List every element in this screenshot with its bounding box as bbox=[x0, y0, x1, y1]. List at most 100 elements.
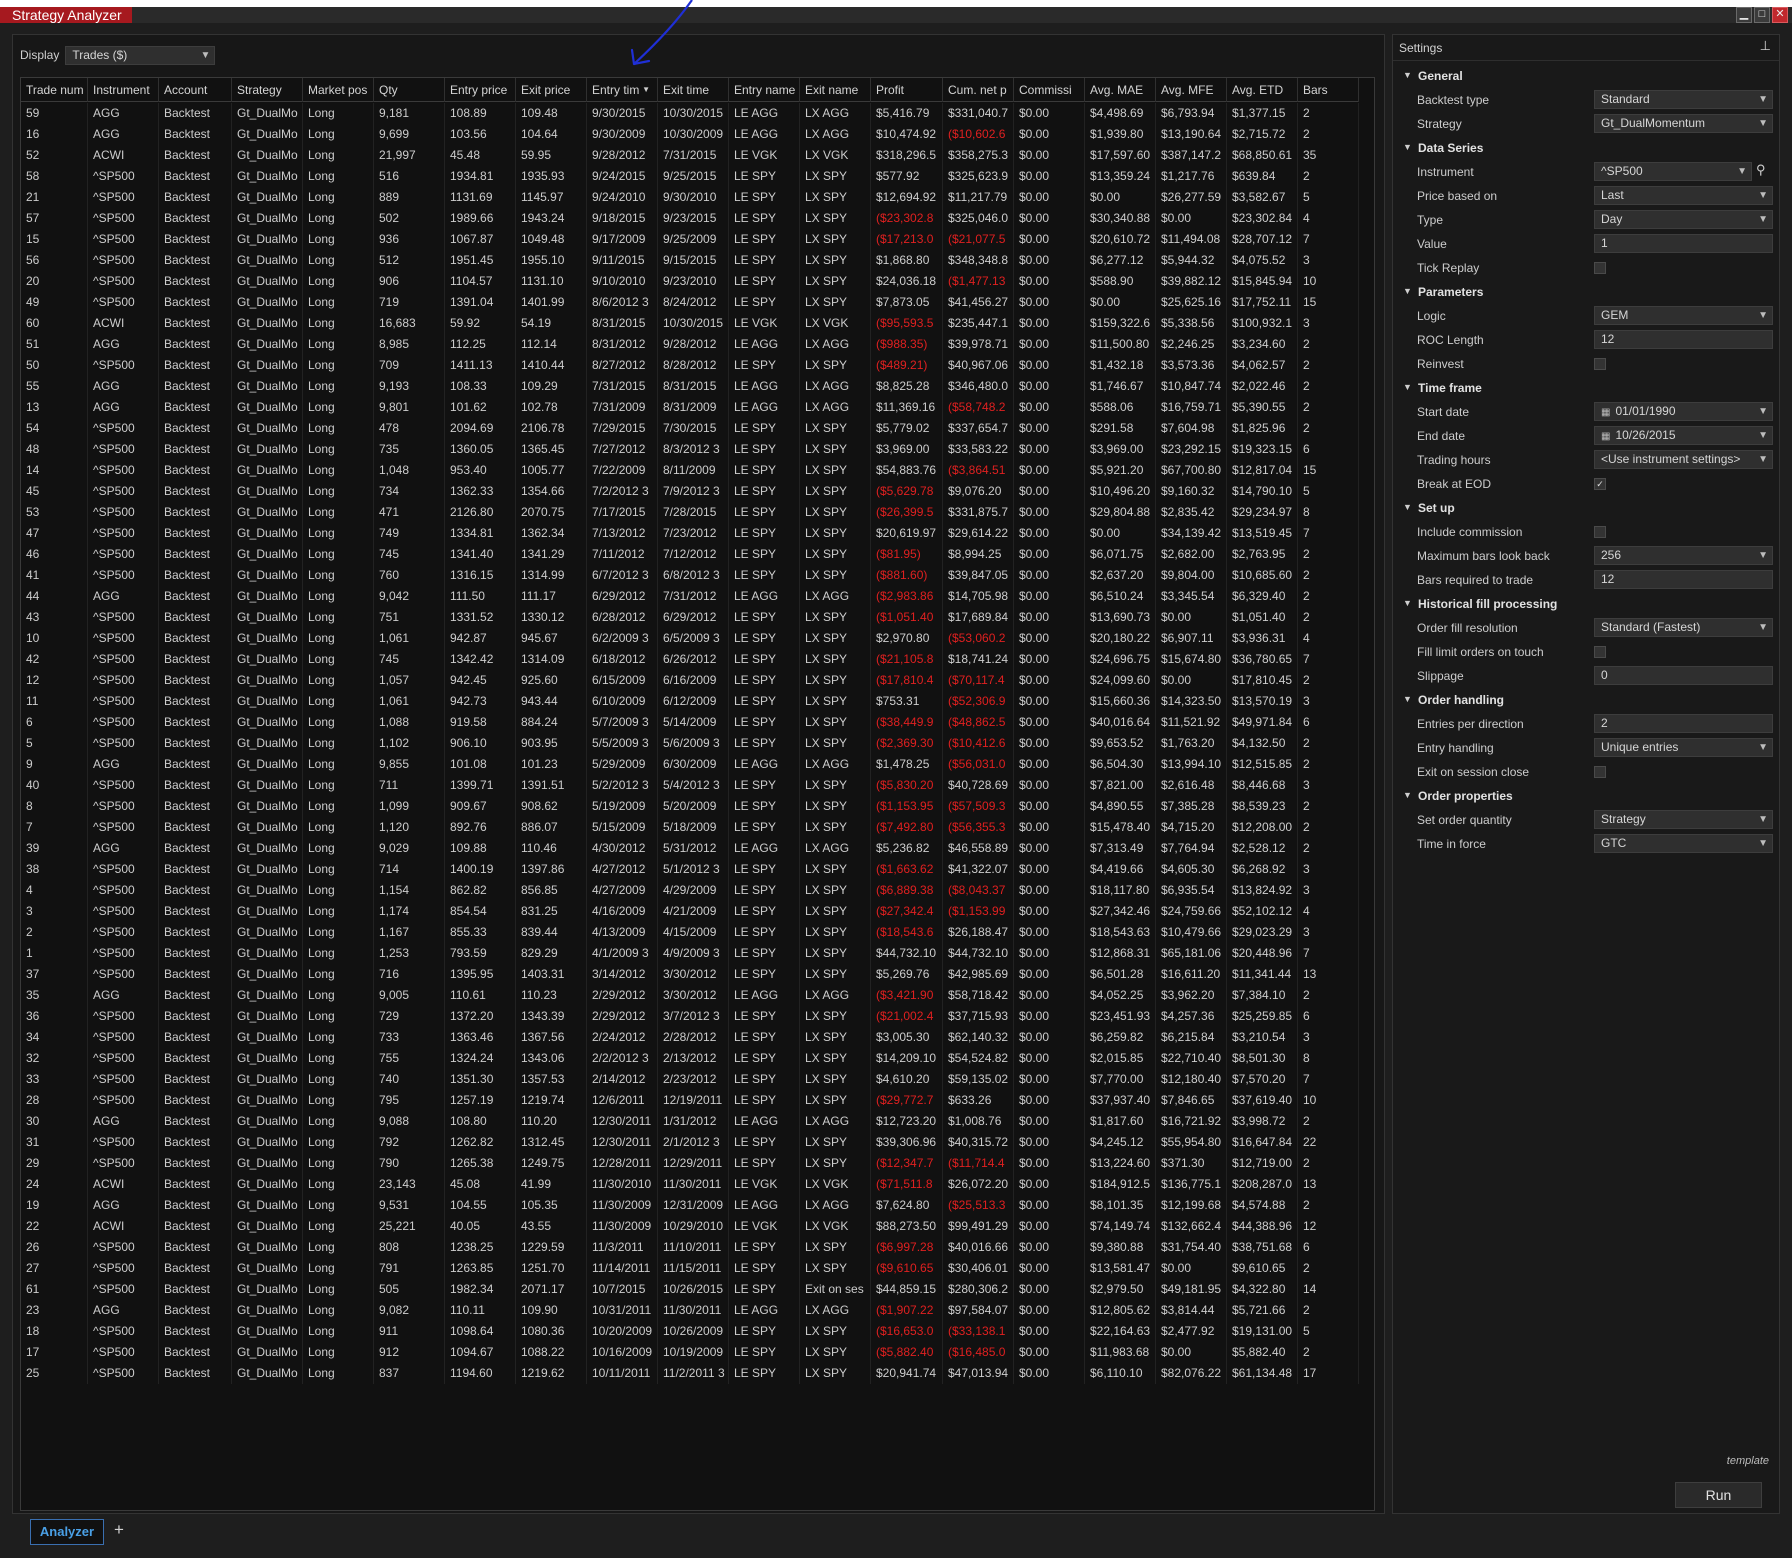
table-row[interactable]: 53 ^SP500 Backtest Gt_DualMo Long 471 2126.80 2… bbox=[21, 502, 1359, 523]
table-row[interactable]: 51 AGG Backtest Gt_DualMo Long 8,985 112.25 112… bbox=[21, 334, 1359, 355]
property-select[interactable]: Gt_DualMomentum ▼ bbox=[1594, 114, 1773, 133]
date-picker[interactable]: ▦ 10/26/2015 ▼ bbox=[1594, 426, 1773, 445]
property-select[interactable]: GEM ▼ bbox=[1594, 306, 1773, 325]
table-row[interactable]: 52 ACWI Backtest Gt_DualMo Long 21,997 45.48 59… bbox=[21, 145, 1359, 166]
table-row[interactable]: 56 ^SP500 Backtest Gt_DualMo Long 512 1951.45 1… bbox=[21, 250, 1359, 271]
settings-section[interactable]: ▼ Set up bbox=[1393, 496, 1779, 520]
property-input[interactable]: 2 bbox=[1594, 714, 1773, 733]
collapse-triangle-icon[interactable]: ▼ bbox=[1403, 70, 1412, 80]
collapse-triangle-icon[interactable]: ▼ bbox=[1403, 502, 1412, 512]
property-checkbox[interactable] bbox=[1594, 526, 1606, 538]
collapse-triangle-icon[interactable]: ▼ bbox=[1403, 286, 1412, 296]
table-row[interactable]: 34 ^SP500 Backtest Gt_DualMo Long 733 1363.46 1… bbox=[21, 1027, 1359, 1048]
table-row[interactable]: 58 ^SP500 Backtest Gt_DualMo Long 516 1934.81 1… bbox=[21, 166, 1359, 187]
property-select[interactable]: GTC ▼ bbox=[1594, 834, 1773, 853]
property-select[interactable]: Day ▼ bbox=[1594, 210, 1773, 229]
column-header[interactable]: Trade num bbox=[21, 78, 88, 102]
table-row[interactable]: 33 ^SP500 Backtest Gt_DualMo Long 740 1351.30 1… bbox=[21, 1069, 1359, 1090]
date-picker[interactable]: ▦ 01/01/1990 ▼ bbox=[1594, 402, 1773, 421]
table-row[interactable]: 21 ^SP500 Backtest Gt_DualMo Long 889 1131.69 1… bbox=[21, 187, 1359, 208]
property-input[interactable]: 12 bbox=[1594, 570, 1773, 589]
minimize-button[interactable]: ▁ bbox=[1736, 7, 1752, 23]
table-row[interactable]: 43 ^SP500 Backtest Gt_DualMo Long 751 1331.52 1… bbox=[21, 607, 1359, 628]
property-input[interactable]: 0 bbox=[1594, 666, 1773, 685]
table-row[interactable]: 20 ^SP500 Backtest Gt_DualMo Long 906 1104.57 1… bbox=[21, 271, 1359, 292]
property-select[interactable]: Last ▼ bbox=[1594, 186, 1773, 205]
table-row[interactable]: 18 ^SP500 Backtest Gt_DualMo Long 911 1098.64 1… bbox=[21, 1321, 1359, 1342]
column-header[interactable]: Strategy bbox=[232, 78, 303, 102]
settings-section[interactable]: ▼ General bbox=[1393, 64, 1779, 88]
table-row[interactable]: 2 ^SP500 Backtest Gt_DualMo Long 1,167 855.33 8… bbox=[21, 922, 1359, 943]
column-header[interactable]: Market pos bbox=[303, 78, 374, 102]
settings-section[interactable]: ▼ Order properties bbox=[1393, 784, 1779, 808]
column-header[interactable]: Avg. MFE bbox=[1156, 78, 1227, 102]
property-select[interactable]: Standard (Fastest) ▼ bbox=[1594, 618, 1773, 637]
property-select[interactable]: 256 ▼ bbox=[1594, 546, 1773, 565]
column-header[interactable]: Avg. ETD bbox=[1227, 78, 1298, 102]
table-row[interactable]: 5 ^SP500 Backtest Gt_DualMo Long 1,102 906.10 9… bbox=[21, 733, 1359, 754]
column-header[interactable]: Exit time bbox=[658, 78, 729, 102]
table-row[interactable]: 14 ^SP500 Backtest Gt_DualMo Long 1,048 953.40… bbox=[21, 460, 1359, 481]
table-row[interactable]: 24 ACWI Backtest Gt_DualMo Long 23,143 45.08 41… bbox=[21, 1174, 1359, 1195]
table-row[interactable]: 50 ^SP500 Backtest Gt_DualMo Long 709 1411.13 1… bbox=[21, 355, 1359, 376]
table-row[interactable]: 61 ^SP500 Backtest Gt_DualMo Long 505 1982.34 2… bbox=[21, 1279, 1359, 1300]
column-header[interactable]: Entry price bbox=[445, 78, 516, 102]
table-row[interactable]: 8 ^SP500 Backtest Gt_DualMo Long 1,099 909.67 9… bbox=[21, 796, 1359, 817]
run-button[interactable]: Run bbox=[1675, 1482, 1762, 1508]
column-header[interactable]: Instrument bbox=[88, 78, 159, 102]
table-row[interactable]: 15 ^SP500 Backtest Gt_DualMo Long 936 1067.87 1… bbox=[21, 229, 1359, 250]
table-row[interactable]: 38 ^SP500 Backtest Gt_DualMo Long 714 1400.19 1… bbox=[21, 859, 1359, 880]
table-row[interactable]: 46 ^SP500 Backtest Gt_DualMo Long 745 1341.40 1… bbox=[21, 544, 1359, 565]
add-tab-button[interactable]: + bbox=[109, 1519, 129, 1543]
table-row[interactable]: 48 ^SP500 Backtest Gt_DualMo Long 735 1360.05 1… bbox=[21, 439, 1359, 460]
table-row[interactable]: 57 ^SP500 Backtest Gt_DualMo Long 502 1989.66 1… bbox=[21, 208, 1359, 229]
property-checkbox[interactable] bbox=[1594, 646, 1606, 658]
settings-section[interactable]: ▼ Time frame bbox=[1393, 376, 1779, 400]
collapse-triangle-icon[interactable]: ▼ bbox=[1403, 142, 1412, 152]
instrument-select[interactable]: ^SP500 ▼ bbox=[1594, 162, 1752, 181]
settings-section[interactable]: ▼ Historical fill processing bbox=[1393, 592, 1779, 616]
collapse-triangle-icon[interactable]: ▼ bbox=[1403, 382, 1412, 392]
pin-icon[interactable]: ⊥ bbox=[1760, 38, 1771, 54]
table-row[interactable]: 32 ^SP500 Backtest Gt_DualMo Long 755 1324.24 1… bbox=[21, 1048, 1359, 1069]
table-row[interactable]: 16 AGG Backtest Gt_DualMo Long 9,699 103.56 104… bbox=[21, 124, 1359, 145]
table-row[interactable]: 55 AGG Backtest Gt_DualMo Long 9,193 108.33 109… bbox=[21, 376, 1359, 397]
table-row[interactable]: 17 ^SP500 Backtest Gt_DualMo Long 912 1094.67 1… bbox=[21, 1342, 1359, 1363]
property-checkbox[interactable]: ✓ bbox=[1594, 478, 1606, 490]
table-row[interactable]: 29 ^SP500 Backtest Gt_DualMo Long 790 1265.38 1… bbox=[21, 1153, 1359, 1174]
table-row[interactable]: 45 ^SP500 Backtest Gt_DualMo Long 734 1362.33 1… bbox=[21, 481, 1359, 502]
maximize-button[interactable]: □ bbox=[1754, 7, 1770, 23]
table-row[interactable]: 25 ^SP500 Backtest Gt_DualMo Long 837 1194.60 1… bbox=[21, 1363, 1359, 1384]
table-row[interactable]: 49 ^SP500 Backtest Gt_DualMo Long 719 1391.04 1… bbox=[21, 292, 1359, 313]
table-row[interactable]: 31 ^SP500 Backtest Gt_DualMo Long 792 1262.82 1… bbox=[21, 1132, 1359, 1153]
table-row[interactable]: 6 ^SP500 Backtest Gt_DualMo Long 1,088 919.58 8… bbox=[21, 712, 1359, 733]
table-row[interactable]: 10 ^SP500 Backtest Gt_DualMo Long 1,061 942.87… bbox=[21, 628, 1359, 649]
table-row[interactable]: 1 ^SP500 Backtest Gt_DualMo Long 1,253 793.59 8… bbox=[21, 943, 1359, 964]
column-header[interactable]: Profit bbox=[871, 78, 943, 102]
property-select[interactable]: Unique entries ▼ bbox=[1594, 738, 1773, 757]
table-row[interactable]: 42 ^SP500 Backtest Gt_DualMo Long 745 1342.42 1… bbox=[21, 649, 1359, 670]
property-select[interactable]: Strategy ▼ bbox=[1594, 810, 1773, 829]
table-row[interactable]: 7 ^SP500 Backtest Gt_DualMo Long 1,120 892.76 8… bbox=[21, 817, 1359, 838]
tab-analyzer[interactable]: Analyzer bbox=[30, 1519, 104, 1545]
table-row[interactable]: 59 AGG Backtest Gt_DualMo Long 9,181 108.89 109… bbox=[21, 103, 1359, 124]
column-header[interactable]: Qty bbox=[374, 78, 445, 102]
column-header[interactable]: Commissi bbox=[1014, 78, 1085, 102]
table-row[interactable]: 22 ACWI Backtest Gt_DualMo Long 25,221 40.05 43… bbox=[21, 1216, 1359, 1237]
column-header[interactable]: Entry name bbox=[729, 78, 800, 102]
property-checkbox[interactable] bbox=[1594, 262, 1606, 274]
settings-section[interactable]: ▼ Data Series bbox=[1393, 136, 1779, 160]
table-row[interactable]: 3 ^SP500 Backtest Gt_DualMo Long 1,174 854.54 8… bbox=[21, 901, 1359, 922]
template-label[interactable]: template bbox=[1727, 1455, 1769, 1467]
column-header[interactable]: Bars bbox=[1298, 78, 1359, 102]
table-row[interactable]: 26 ^SP500 Backtest Gt_DualMo Long 808 1238.25 1… bbox=[21, 1237, 1359, 1258]
collapse-triangle-icon[interactable]: ▼ bbox=[1403, 694, 1412, 704]
trades-grid[interactable]: Trade num Instrument Account Strategy Market… bbox=[20, 77, 1375, 1511]
table-row[interactable]: 12 ^SP500 Backtest Gt_DualMo Long 1,057 942.45… bbox=[21, 670, 1359, 691]
close-button[interactable]: ✕ bbox=[1772, 7, 1788, 23]
table-row[interactable]: 30 AGG Backtest Gt_DualMo Long 9,088 108.80 110… bbox=[21, 1111, 1359, 1132]
table-row[interactable]: 41 ^SP500 Backtest Gt_DualMo Long 760 1316.15 1… bbox=[21, 565, 1359, 586]
table-row[interactable]: 47 ^SP500 Backtest Gt_DualMo Long 749 1334.81 1… bbox=[21, 523, 1359, 544]
column-header[interactable]: Cum. net p bbox=[943, 78, 1014, 102]
display-select[interactable]: Trades ($) ▼ bbox=[65, 45, 216, 65]
